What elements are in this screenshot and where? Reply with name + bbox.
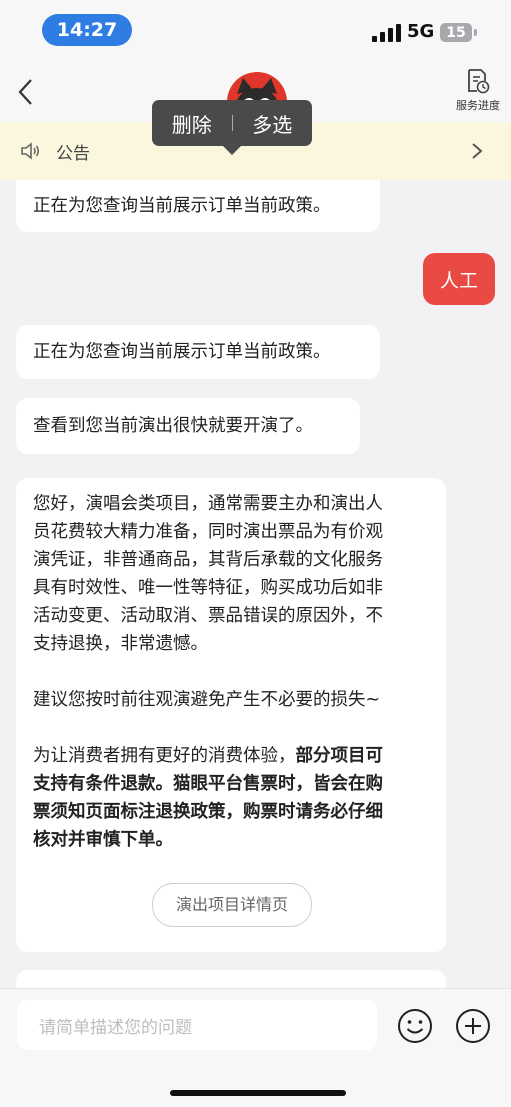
message-line: 演凭证，非普通商品，其背后承载的文化服务 — [33, 550, 383, 570]
document-clock-icon — [468, 69, 490, 94]
message-line: 核对并审慎下单。 — [33, 830, 173, 850]
message-line: 具有时效性、唯一性等特征，购买成功后如非 — [33, 578, 383, 598]
bot-message[interactable]: 正在为您查询当前展示订单当前政策。 — [16, 180, 380, 232]
bot-message[interactable]: 正在为您查询当前展示订单当前政策。 — [16, 325, 380, 379]
battery-icon: 15 — [440, 23, 472, 42]
event-detail-button[interactable]: 演出项目详情页 — [152, 883, 312, 927]
home-indicator — [170, 1090, 346, 1096]
battery-level: 15 — [446, 24, 466, 41]
chevron-left-icon[interactable] — [12, 74, 42, 110]
popup-arrow — [223, 146, 241, 155]
chevron-right-icon[interactable] — [470, 141, 484, 161]
message-line: 为让消费者拥有更好的消费体验，部分项目可 — [33, 742, 429, 770]
message-line: 支持退换，非常遗憾。 — [33, 634, 208, 654]
service-progress-label: 服务进度 — [456, 99, 500, 112]
status-bar: 14:27 5G 15 — [0, 0, 511, 60]
message-line: 您好，演唱会类项目，通常需要主办和演出人 — [33, 494, 383, 514]
user-message[interactable]: 人工 — [423, 253, 495, 305]
message-text: 为让消费者拥有更好的消费体验， — [33, 746, 296, 766]
bold-text: 皆会在购 — [313, 774, 383, 794]
multiselect-button[interactable]: 多选 — [233, 109, 313, 138]
message-line: 票须知页面标注退换政策，购票时请务必仔细 — [33, 798, 429, 826]
message-context-menu: 删除 多选 — [152, 100, 312, 146]
smiley-icon[interactable] — [396, 1007, 434, 1045]
time-display: 14:27 — [42, 14, 132, 46]
service-progress-button[interactable]: 服务进度 — [450, 68, 506, 118]
network-label: 5G — [407, 21, 435, 42]
notice-label: 公告 — [56, 144, 90, 164]
bold-text: 票须知页面标注退换政策， — [33, 802, 243, 822]
message-line: 建议您按时前往观演避免产生不必要的损失~ — [33, 690, 381, 710]
bot-message-long[interactable]: 您好，演唱会类项目，通常需要主办和演出人 员花费较大精力准备，同时演出票品为有价… — [16, 478, 446, 952]
bold-text: 支持有条件退款。猫眼平台售票时， — [33, 774, 313, 794]
message-line: 活动变更、活动取消、票品错误的原因外，不 — [33, 606, 383, 626]
delete-button[interactable]: 删除 — [152, 109, 232, 138]
signal-icon — [372, 24, 401, 42]
speaker-icon — [21, 142, 40, 160]
bold-text: 部分项目可 — [295, 746, 384, 766]
bold-text: 购票时请务必仔细 — [243, 802, 383, 822]
plus-circle-icon[interactable] — [454, 1007, 492, 1045]
message-line: 支持有条件退款。猫眼平台售票时，皆会在购 — [33, 770, 429, 798]
battery-nub — [474, 29, 477, 36]
bot-message[interactable]: 查看到您当前演出很快就要开演了。 — [16, 398, 360, 454]
message-line: 员花费较大精力准备，同时演出票品为有价观 — [33, 522, 383, 542]
message-input[interactable]: 请简单描述您的问题 — [17, 1000, 377, 1050]
